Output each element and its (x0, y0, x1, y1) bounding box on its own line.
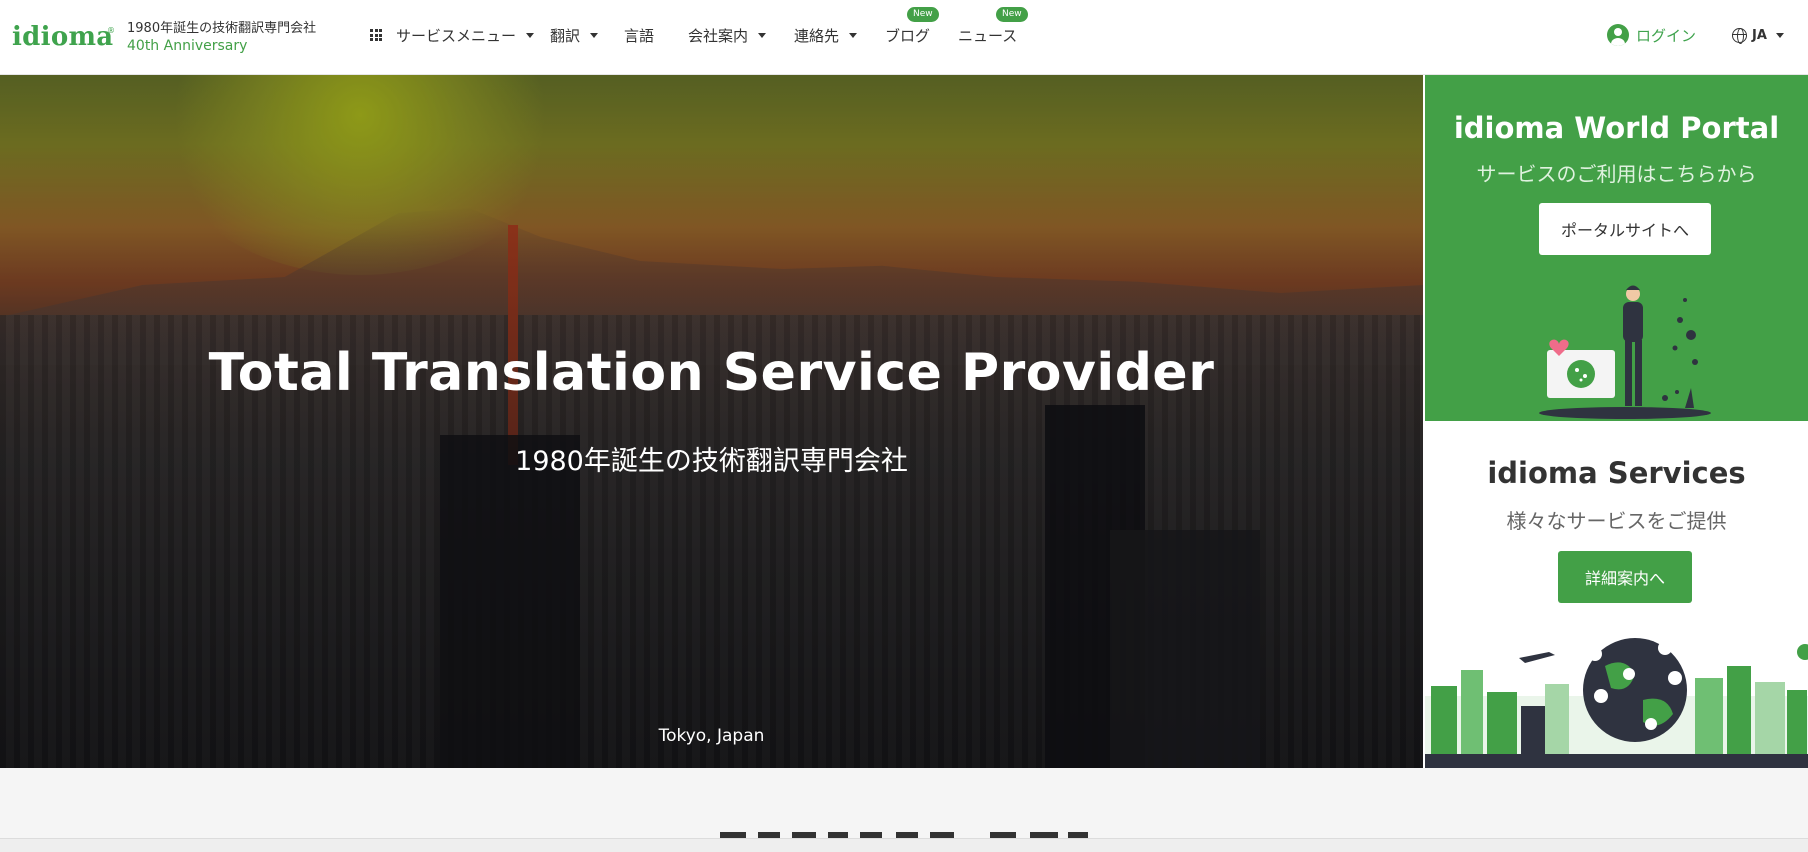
nav-service-menu-label: サービスメニュー (396, 26, 517, 45)
anniversary-label: 40th Anniversary (127, 38, 248, 54)
nav-contact[interactable]: 連絡先 (794, 25, 858, 45)
language-selector[interactable]: JA (1732, 24, 1784, 46)
person-illustration (1539, 285, 1711, 419)
chevron-down-icon (758, 32, 767, 38)
login-link[interactable]: ログイン (1607, 23, 1696, 47)
nav-news[interactable]: ニュース New (958, 7, 1028, 45)
services-subtitle: 様々なサービスをご提供 (1506, 509, 1727, 533)
idioma-logo[interactable]: idioma (12, 22, 113, 52)
login-label: ログイン (1636, 26, 1697, 45)
new-badge: New (907, 7, 939, 22)
city-globe-illustration (1425, 638, 1808, 768)
chevron-down-icon (1775, 32, 1784, 38)
chevron-down-icon (590, 32, 599, 38)
chevron-down-icon (526, 32, 535, 38)
nav-languages[interactable]: 言語 (624, 25, 654, 45)
header-tagline: 1980年誕生の技術翻訳専門会社 (127, 21, 317, 36)
nav-languages-label: 言語 (624, 26, 655, 45)
world-portal-panel: idioma World Portal サービスのご利用はこちらから ポータルサ… (1423, 75, 1808, 421)
hero-banner: Total Translation Service Provider 1980年… (0, 75, 1423, 768)
nav-service-menu[interactable]: サービスメニュー (370, 25, 535, 45)
site-header: idioma ® 1980年誕生の技術翻訳専門会社 40th Anniversa… (0, 0, 1808, 75)
hero-title: Total Translation Service Provider (208, 343, 1215, 403)
hero-dark-overlay (0, 75, 1423, 768)
nav-contact-label: 連絡先 (794, 26, 840, 45)
hero-location-caption: Tokyo, Japan (658, 726, 765, 746)
globe-icon (1732, 27, 1747, 44)
hero-subtitle: 1980年誕生の技術翻訳専門会社 (515, 446, 908, 477)
logo-registered-mark: ® (107, 26, 115, 35)
language-label: JA (1752, 27, 1767, 43)
grid-icon (370, 29, 382, 41)
nav-news-label: ニュース (958, 26, 1018, 45)
services-panel: idioma Services 様々なサービスをご提供 詳細案内へ (1423, 421, 1808, 768)
new-badge: New (996, 7, 1028, 22)
services-title: idioma Services (1487, 456, 1746, 490)
nav-company-label: 会社案内 (688, 26, 749, 45)
nav-translation[interactable]: 翻訳 (550, 25, 599, 45)
nav-blog-label: ブログ (885, 26, 931, 45)
nav-blog[interactable]: ブログ New (885, 7, 939, 45)
nav-translation-label: 翻訳 (550, 26, 581, 45)
user-icon (1607, 24, 1629, 46)
portal-title: idioma World Portal (1453, 111, 1780, 145)
services-detail-button[interactable]: 詳細案内へ (1558, 551, 1692, 603)
portal-site-button[interactable]: ポータルサイトへ (1539, 203, 1711, 255)
chevron-down-icon (849, 32, 858, 38)
portal-subtitle: サービスのご利用はこちらから (1476, 162, 1757, 186)
page-scroll-edge (0, 838, 1808, 852)
nav-company[interactable]: 会社案内 (688, 25, 767, 45)
